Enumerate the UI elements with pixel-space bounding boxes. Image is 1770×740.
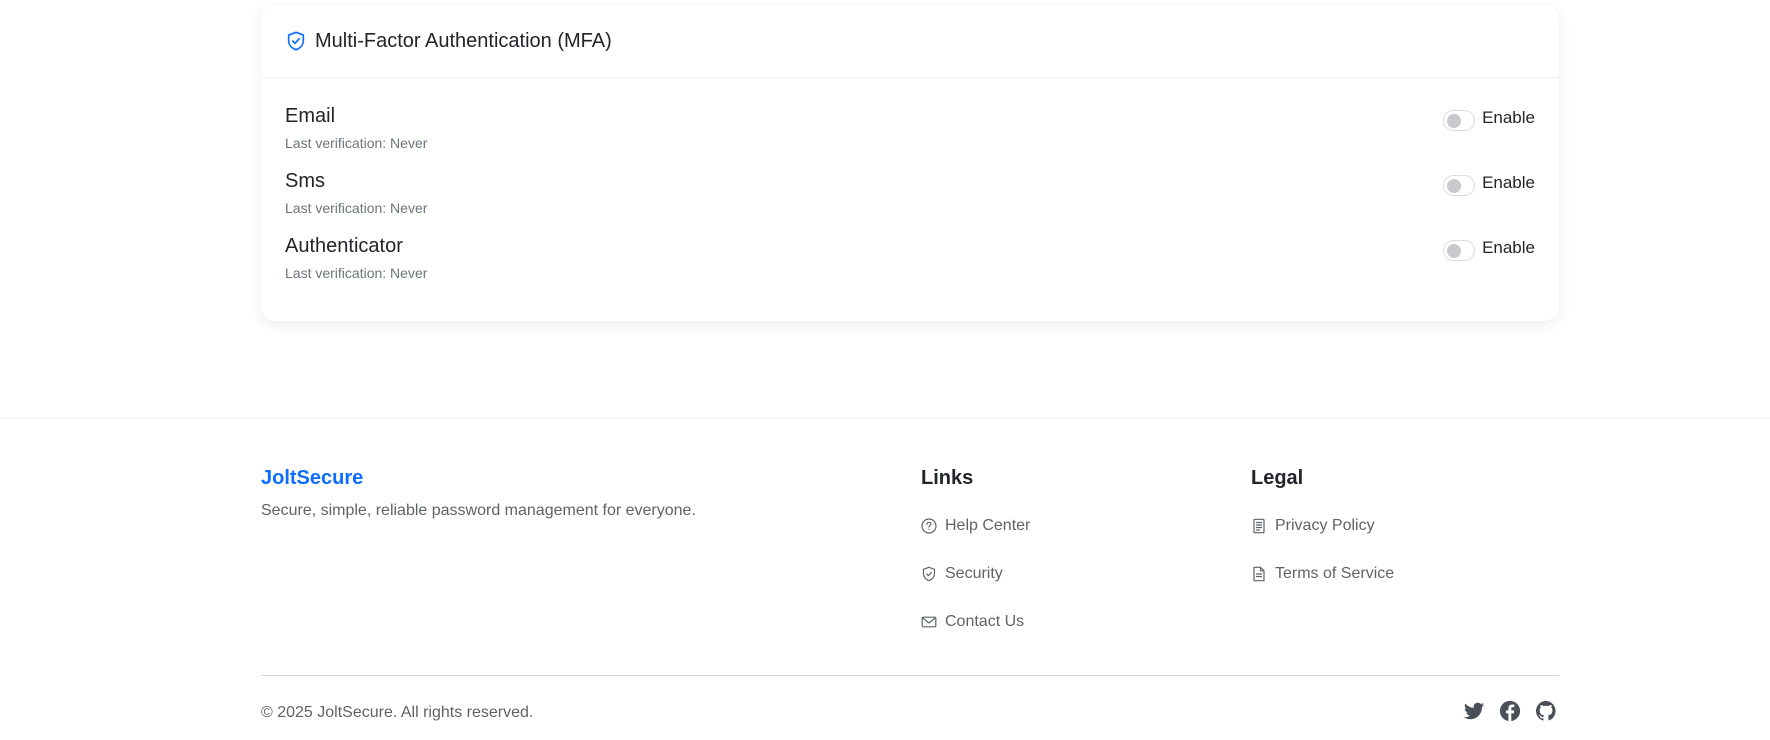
mfa-title: Multi-Factor Authentication (MFA) xyxy=(315,29,612,52)
footer-link-security[interactable]: Security xyxy=(921,565,1003,583)
site-footer: JoltSecure Secure, simple, reliable pass… xyxy=(0,418,1770,740)
toggle-label[interactable]: Enable xyxy=(1482,173,1535,193)
mfa-method-email: Email Last verification: Never Enable xyxy=(285,105,1535,161)
toggle-label[interactable]: Enable xyxy=(1482,238,1535,258)
mfa-method-sms: Sms Last verification: Never Enable xyxy=(285,170,1535,226)
footer-link-label: Security xyxy=(945,565,1003,582)
mfa-method-status: Last verification: Never xyxy=(285,200,428,216)
mfa-method-name: Authenticator xyxy=(285,235,403,257)
mfa-toggle-group: Enable xyxy=(1443,170,1535,196)
toggle-knob xyxy=(1447,244,1462,258)
footer-link-label: Privacy Policy xyxy=(1275,517,1375,534)
mfa-toggle-group: Enable xyxy=(1443,235,1535,261)
footer-link-privacy-policy[interactable]: Privacy Policy xyxy=(1251,517,1375,535)
shield-check-icon xyxy=(285,30,307,52)
footer-brand[interactable]: JoltSecure xyxy=(261,467,363,490)
sms-enable-toggle[interactable] xyxy=(1443,175,1476,196)
footer-link-label: Terms of Service xyxy=(1275,565,1395,582)
email-enable-toggle[interactable] xyxy=(1443,110,1476,131)
mfa-method-status: Last verification: Never xyxy=(285,135,428,151)
toggle-knob xyxy=(1447,179,1462,193)
mfa-method-name: Sms xyxy=(285,170,325,192)
footer-divider xyxy=(261,675,1559,676)
mfa-method-authenticator: Authenticator Last verification: Never E… xyxy=(285,235,1535,291)
footer-link-contact-us[interactable]: Contact Us xyxy=(921,613,1024,631)
main-content: Multi-Factor Authentication (MFA) Email … xyxy=(0,0,1770,418)
toggle-knob xyxy=(1447,114,1462,128)
mfa-method-status: Last verification: Never xyxy=(285,265,428,281)
toggle-label[interactable]: Enable xyxy=(1482,108,1535,128)
links-heading: Links xyxy=(921,467,974,489)
mfa-toggle-group: Enable xyxy=(1443,105,1535,131)
twitter-icon[interactable] xyxy=(1463,700,1485,722)
mfa-method-name: Email xyxy=(285,105,336,127)
envelope-icon xyxy=(921,614,937,630)
document-icon xyxy=(1251,566,1267,582)
mfa-card-header: Multi-Factor Authentication (MFA) xyxy=(261,5,1559,78)
footer-link-label: Help Center xyxy=(945,517,1031,534)
shield-icon xyxy=(921,566,937,582)
document-text-icon xyxy=(1251,518,1267,534)
mfa-card: Multi-Factor Authentication (MFA) Email … xyxy=(261,5,1559,321)
footer-tagline: Secure, simple, reliable password manage… xyxy=(261,502,696,519)
legal-heading: Legal xyxy=(1251,467,1304,489)
footer-link-terms-of-service[interactable]: Terms of Service xyxy=(1251,565,1394,583)
footer-link-help-center[interactable]: Help Center xyxy=(921,517,1030,535)
facebook-icon[interactable] xyxy=(1499,700,1521,722)
footer-link-label: Contact Us xyxy=(945,613,1025,630)
github-icon[interactable] xyxy=(1535,700,1557,722)
question-circle-icon xyxy=(921,518,937,534)
authenticator-enable-toggle[interactable] xyxy=(1443,240,1476,261)
copyright-text: © 2025 JoltSecure. All rights reserved. xyxy=(261,704,534,721)
